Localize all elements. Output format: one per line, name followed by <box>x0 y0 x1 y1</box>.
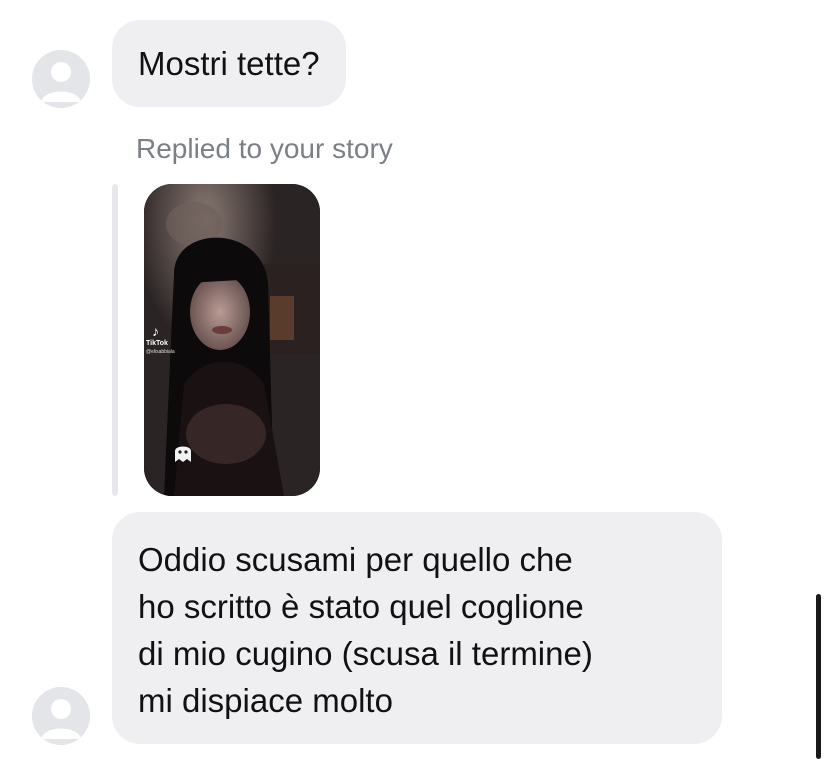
default-avatar-icon <box>32 50 90 108</box>
replied-to-story-label: Replied to your story <box>136 133 393 164</box>
avatar[interactable] <box>32 50 90 108</box>
ghost-sticker-icon <box>175 446 191 462</box>
tiktok-username: @elisabbiala <box>146 349 175 355</box>
scrollbar[interactable] <box>816 594 821 759</box>
reply-indicator-bar <box>112 184 118 496</box>
avatar[interactable] <box>32 687 90 745</box>
default-avatar-icon <box>32 687 90 745</box>
message-bubble[interactable]: Oddio scusami per quello che ho scritto … <box>112 512 722 744</box>
tiktok-note-icon: ♪ <box>152 323 159 339</box>
message-line: di mio cugino (scusa il termine) <box>138 635 593 672</box>
story-thumbnail[interactable]: ♪ TikTok @elisabbiala <box>144 184 320 496</box>
tiktok-watermark: TikTok <box>146 340 168 347</box>
message-line: Oddio scusami per quello che <box>138 541 573 578</box>
message-bubble[interactable]: Mostri tette? <box>112 20 346 107</box>
message-line: ho scritto è stato quel coglione <box>138 588 584 625</box>
message-text: Mostri tette? <box>138 45 320 82</box>
message-line: mi dispiace molto <box>138 682 393 719</box>
